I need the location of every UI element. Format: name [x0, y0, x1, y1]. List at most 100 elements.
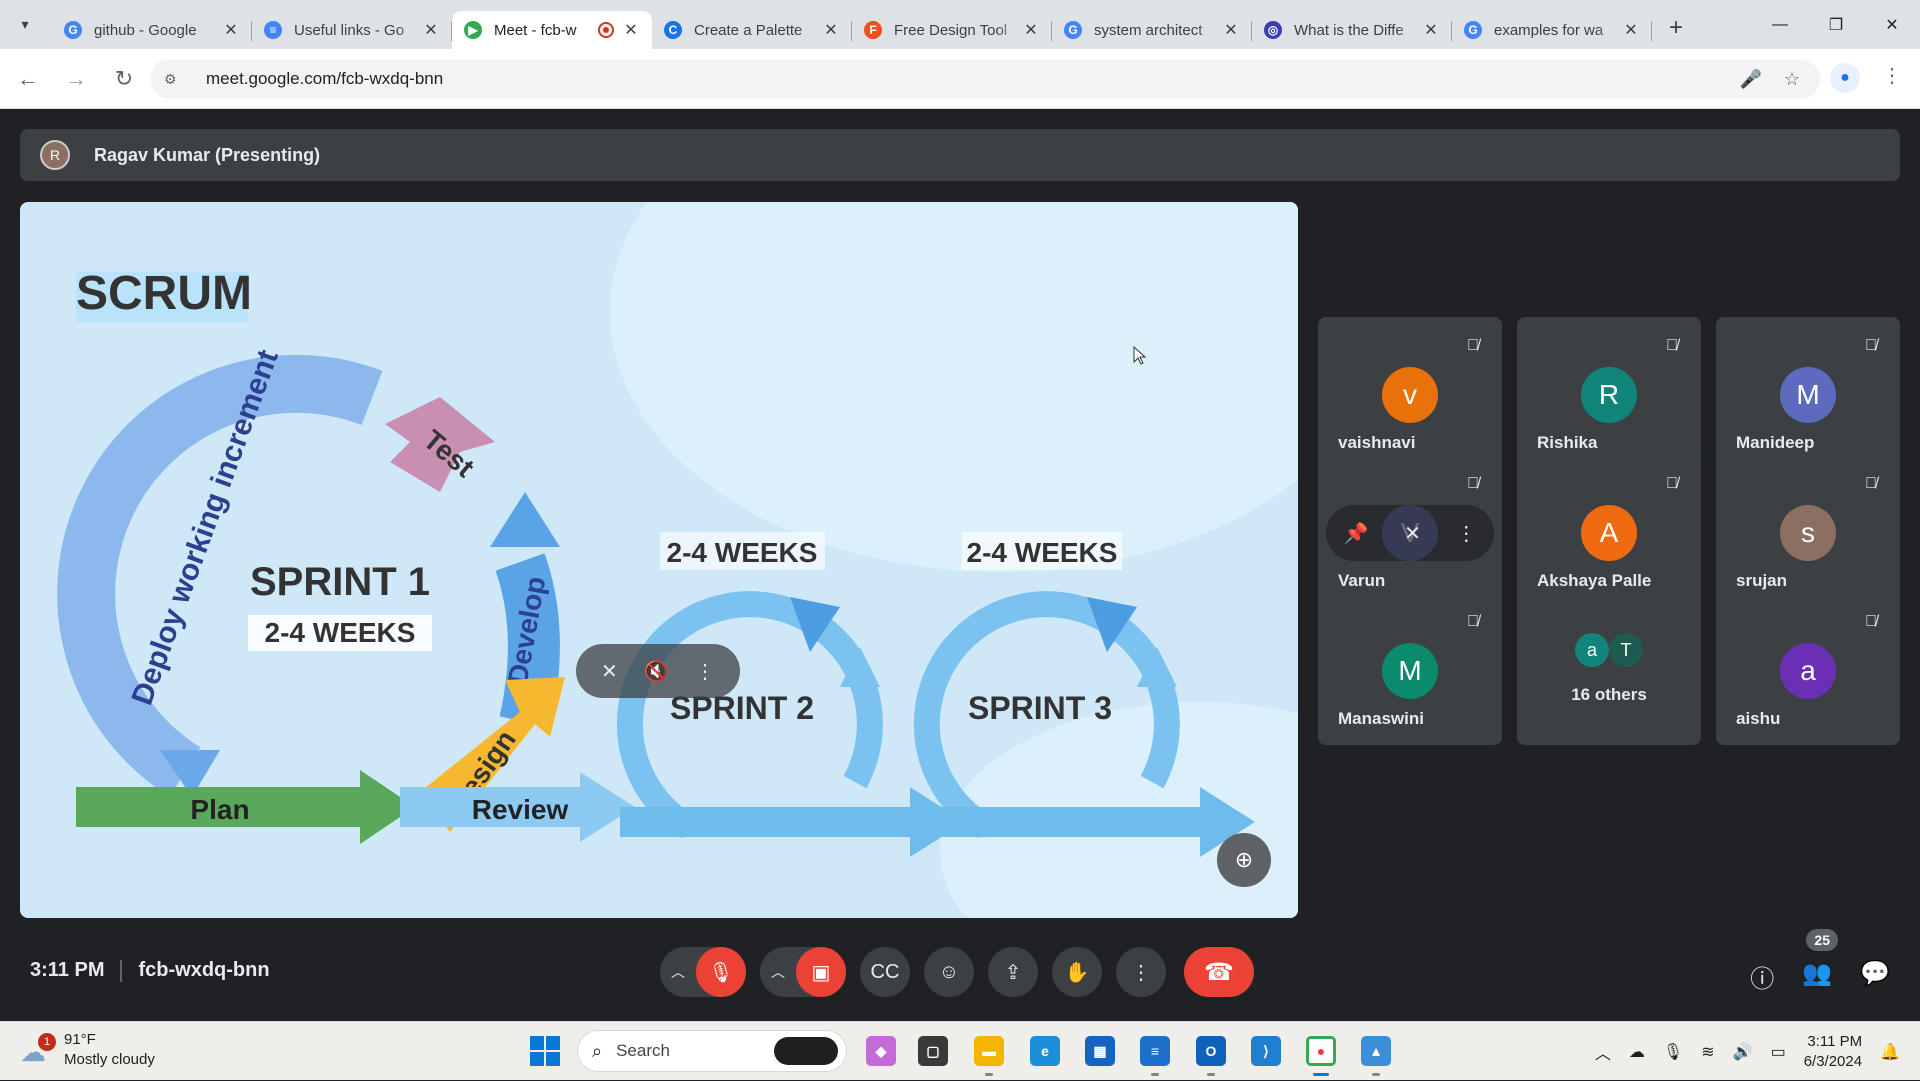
- notepad-icon[interactable]: ≡: [1140, 1036, 1170, 1066]
- tab-title: Useful links - Go: [294, 21, 405, 39]
- window-controls: — ❐ ✕: [1752, 0, 1920, 49]
- mic-control-group: ︿ 🎙: [660, 947, 746, 997]
- mute-audio-icon[interactable]: 🔇: [644, 659, 669, 684]
- tab-close-icon[interactable]: ✕: [222, 20, 240, 40]
- tab-close-icon[interactable]: ✕: [422, 20, 440, 40]
- leave-call-button[interactable]: ☎: [1184, 947, 1254, 997]
- tab-close-icon[interactable]: ✕: [1222, 20, 1240, 40]
- mic-muted-icon: 🎙̸: [1467, 337, 1479, 354]
- chrome-icon[interactable]: ●: [1306, 1036, 1336, 1066]
- participant-tile[interactable]: 🎙̸ v vaishnavi: [1318, 317, 1502, 469]
- browser-tab[interactable]: C Create a Palette ✕: [652, 11, 852, 49]
- vscode-icon[interactable]: ⟩: [1251, 1036, 1281, 1066]
- mute-participant-icon[interactable]: ✕: [1404, 521, 1421, 546]
- participant-tile[interactable]: 🎙̸ M Manideep: [1716, 317, 1900, 469]
- browser-tab[interactable]: Ggithub - Google ✕: [52, 11, 252, 49]
- people-button[interactable]: 👥 25: [1802, 929, 1839, 994]
- running-indicator: [1151, 1073, 1159, 1076]
- slide-title: SCRUM: [76, 267, 252, 320]
- tab-close-icon[interactable]: ✕: [1022, 20, 1040, 40]
- unpin-icon[interactable]: ✕: [601, 659, 618, 684]
- tab-close-icon[interactable]: ✕: [822, 20, 840, 40]
- minimize-button[interactable]: —: [1752, 0, 1808, 49]
- wifi-icon[interactable]: ≋: [1701, 1042, 1714, 1062]
- tray-overflow-chevron-icon[interactable]: ︿: [1595, 1040, 1611, 1064]
- voice-search-icon[interactable]: 🎤: [1739, 69, 1761, 90]
- call-control-row: ︿ 🎙 ︿ ▣ CC ☺ ⇪ ✋ ⋮ ☎: [660, 947, 1254, 997]
- pin-icon[interactable]: 📌: [1344, 521, 1369, 546]
- camera-off-button[interactable]: ▣: [796, 947, 846, 997]
- browser-tab[interactable]: Gsystem architect ✕: [1052, 11, 1252, 49]
- volume-icon[interactable]: 🔊: [1733, 1042, 1753, 1062]
- site-info-icon[interactable]: ⚙: [164, 71, 188, 88]
- meeting-details-icon[interactable]: ⓘ: [1750, 959, 1774, 994]
- start-button[interactable]: [530, 1036, 560, 1066]
- file-explorer-icon[interactable]: ▬: [974, 1036, 1004, 1066]
- tab-close-icon[interactable]: ✕: [1422, 20, 1440, 40]
- participant-name: Varun: [1338, 571, 1386, 590]
- meeting-info: 3:11 PM fcb-wxdq-bnn: [30, 959, 270, 982]
- tab-favicon-icon: F: [864, 21, 882, 39]
- tab-favicon-icon: G: [1464, 21, 1482, 39]
- system-tray: ︿ ☁ 🎙 ≋ 🔊 ▭ 3:11 PM 6/3/2024 🔔: [1595, 1022, 1900, 1081]
- new-tab-button[interactable]: +: [1660, 12, 1692, 44]
- battery-icon[interactable]: ▭: [1771, 1042, 1786, 1062]
- more-options-button[interactable]: ⋮: [1116, 947, 1166, 997]
- audio-settings-chevron-icon[interactable]: ︿: [660, 962, 696, 982]
- running-indicator: [1207, 1073, 1215, 1076]
- zoom-icon: ⊕: [1234, 847, 1254, 872]
- browser-tab[interactable]: ▶ Meet - fcb-w ✕: [452, 11, 652, 49]
- tab-close-icon[interactable]: ✕: [1622, 20, 1640, 40]
- participant-tile[interactable]: 🎙̸ R Rishika: [1517, 317, 1701, 469]
- tab-search-chevron-icon[interactable]: ▾: [8, 8, 42, 42]
- photos-icon[interactable]: ▲: [1361, 1036, 1391, 1066]
- url-text[interactable]: meet.google.com/fcb-wxdq-bnn: [206, 69, 443, 89]
- reactions-button[interactable]: ☺: [924, 947, 974, 997]
- meeting-code[interactable]: fcb-wxdq-bnn: [138, 959, 269, 982]
- chat-icon[interactable]: 💬: [1860, 959, 1890, 994]
- microphone-icon[interactable]: 🎙: [1663, 1042, 1683, 1062]
- microphone-off-button[interactable]: 🎙: [696, 947, 746, 997]
- browser-menu-icon[interactable]: ⋮: [1882, 63, 1902, 88]
- participant-tile[interactable]: 🎙̸ M Manaswini: [1318, 593, 1502, 745]
- close-window-button[interactable]: ✕: [1864, 0, 1920, 49]
- participant-tile[interactable]: a T 16 others: [1517, 593, 1701, 745]
- reload-button[interactable]: ↻: [104, 59, 144, 99]
- copilot-icon[interactable]: ◆: [866, 1036, 896, 1066]
- participant-tile[interactable]: 🎙̸ s srujan: [1716, 455, 1900, 607]
- task-view-icon[interactable]: ▢: [918, 1036, 948, 1066]
- browser-tab[interactable]: Gexamples for wa ✕: [1452, 11, 1652, 49]
- tab-close-icon[interactable]: ✕: [622, 20, 640, 40]
- profile-avatar[interactable]: ●: [1830, 63, 1860, 93]
- more-options-icon[interactable]: ⋮: [695, 659, 715, 684]
- browser-tab[interactable]: ≡ Useful links - Go ✕: [252, 11, 452, 49]
- raise-hand-button[interactable]: ✋: [1052, 947, 1102, 997]
- store-icon[interactable]: ▦: [1085, 1036, 1115, 1066]
- edge-icon[interactable]: e: [1030, 1036, 1060, 1066]
- captions-button[interactable]: CC: [860, 947, 910, 997]
- more-options-icon[interactable]: ⋮: [1456, 521, 1476, 546]
- weather-widget[interactable]: ☁ 1 91°F Mostly cloudy: [20, 1030, 155, 1070]
- restore-button[interactable]: ❐: [1808, 0, 1864, 49]
- tab-list: Ggithub - Google ✕ ≡ Useful links - Go ✕ ▶ Mee…: [52, 0, 1652, 49]
- notifications-bell-icon[interactable]: 🔔: [1880, 1042, 1900, 1062]
- tab-title: github - Google: [94, 21, 197, 39]
- mic-muted-icon: 🎙̸: [1467, 613, 1479, 630]
- browser-tab[interactable]: ◎ What is the Diffe ✕: [1252, 11, 1452, 49]
- onedrive-icon[interactable]: ☁: [1629, 1042, 1645, 1062]
- video-settings-chevron-icon[interactable]: ︿: [760, 962, 796, 982]
- address-bar[interactable]: ⚙ meet.google.com/fcb-wxdq-bnn 🎤 ☆: [150, 59, 1820, 99]
- taskbar-search[interactable]: ⌕ Search: [577, 1030, 847, 1072]
- participant-tile[interactable]: 🎙̸ a aishu: [1716, 593, 1900, 745]
- present-button[interactable]: ⇪: [988, 947, 1038, 997]
- bookmark-star-icon[interactable]: ☆: [1784, 69, 1800, 90]
- back-button[interactable]: ←: [8, 59, 48, 99]
- zoom-button[interactable]: ⊕: [1217, 833, 1271, 887]
- participant-tile[interactable]: 🎙̸ A Akshaya Palle: [1517, 455, 1701, 607]
- forward-button[interactable]: →: [56, 59, 96, 99]
- outlook-icon[interactable]: O: [1196, 1036, 1226, 1066]
- system-clock[interactable]: 3:11 PM 6/3/2024: [1804, 1032, 1862, 1072]
- participant-tile[interactable]: 🎙̸VVarun📌✕⋮: [1318, 455, 1502, 607]
- browser-tab[interactable]: F Free Design Tool ✕: [852, 11, 1052, 49]
- participant-avatar: s: [1780, 505, 1836, 561]
